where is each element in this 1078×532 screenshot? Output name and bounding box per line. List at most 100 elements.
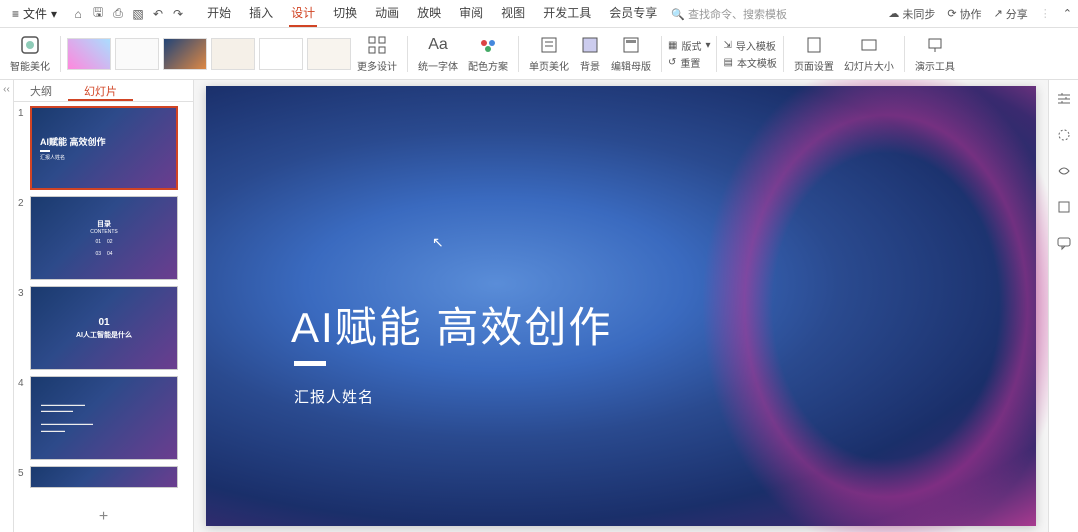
- share-icon: ↗: [994, 7, 1003, 20]
- redo-icon[interactable]: ↷: [171, 7, 185, 21]
- ribbon-separator: [783, 36, 784, 72]
- main-tabs: 开始 插入 设计 切换 动画 放映 审阅 视图 开发工具 会员专享: [205, 0, 659, 27]
- tab-design[interactable]: 设计: [289, 0, 317, 27]
- slide-canvas[interactable]: AI赋能 高效创作 汇报人姓名 ↖: [194, 80, 1048, 532]
- layout-icon: ▦: [668, 40, 677, 51]
- template-icon: ▤: [723, 57, 732, 68]
- template-thumb[interactable]: [163, 38, 207, 70]
- tab-developer[interactable]: 开发工具: [541, 0, 593, 27]
- collab-button[interactable]: ⟳ 协作: [947, 6, 981, 22]
- menu-icon: ≡: [12, 7, 19, 21]
- tab-slideshow[interactable]: 放映: [415, 0, 443, 27]
- local-template-button[interactable]: ▤ 本文模板: [723, 55, 776, 70]
- color-scheme-button[interactable]: 配色方案: [464, 34, 512, 73]
- ribbon-separator: [407, 36, 408, 72]
- collab-icon: ⟳: [947, 7, 956, 20]
- quick-access-toolbar: ⌂ 🖫 ⎙ ▧ ↶ ↷: [71, 7, 185, 21]
- page-beautify-button[interactable]: 单页美化: [525, 34, 573, 73]
- slide-thumbnail-2[interactable]: 目录 CONTENTS 0102 0304: [30, 196, 178, 280]
- thumb-subtitle: 汇报人姓名: [40, 154, 168, 161]
- home-icon[interactable]: ⌂: [71, 7, 85, 21]
- undo-icon[interactable]: ↶: [151, 7, 165, 21]
- slide-size-button[interactable]: 幻灯片大小: [840, 34, 898, 73]
- collab-label: 协作: [960, 6, 982, 22]
- edit-master-button[interactable]: 编辑母版: [607, 34, 655, 73]
- search-box[interactable]: 🔍 查找命令、搜索模板: [671, 6, 787, 22]
- settings-icon[interactable]: [1055, 90, 1073, 108]
- preview-icon[interactable]: ▧: [131, 7, 145, 21]
- template-thumb[interactable]: [115, 38, 159, 70]
- slide-number: 1: [18, 106, 30, 119]
- reset-label: 重置: [680, 55, 700, 70]
- tab-start[interactable]: 开始: [205, 0, 233, 27]
- background-icon: [579, 34, 601, 56]
- collapse-ribbon-icon[interactable]: ⌃: [1063, 7, 1072, 20]
- print-icon[interactable]: ⎙: [111, 7, 125, 21]
- tab-slides-panel[interactable]: 幻灯片: [68, 80, 133, 101]
- layout-label: 版式: [681, 38, 701, 53]
- import-template-button[interactable]: ⇲导入模板: [723, 38, 776, 53]
- tab-review[interactable]: 审阅: [457, 0, 485, 27]
- tab-member[interactable]: 会员专享: [607, 0, 659, 27]
- template-thumb[interactable]: [67, 38, 111, 70]
- smart-beautify-button[interactable]: 智能美化: [6, 34, 54, 73]
- slide-thumbnail-3[interactable]: 01 AI人工智能是什么: [30, 286, 178, 370]
- layout-button[interactable]: ▦ 版式 ▾: [668, 38, 710, 53]
- thumb-section-title: AI人工智能是什么: [76, 330, 132, 340]
- template-thumb[interactable]: [259, 38, 303, 70]
- current-slide[interactable]: AI赋能 高效创作 汇报人姓名 ↖: [206, 86, 1036, 526]
- collapse-panel-button[interactable]: ‹‹: [0, 80, 14, 532]
- toc-grid: 0102 0304: [95, 239, 112, 257]
- present-tools-button[interactable]: 演示工具: [911, 34, 959, 73]
- thumb-section-num: 01: [98, 317, 109, 328]
- local-template-label: 本文模板: [737, 55, 777, 70]
- share-button[interactable]: ↗ 分享: [994, 6, 1028, 22]
- grid-icon: [366, 34, 388, 56]
- edit-master-label: 编辑母版: [611, 58, 651, 73]
- more-designs-label: 更多设计: [357, 58, 397, 73]
- template-gallery: [67, 38, 351, 70]
- mouse-cursor-icon: ↖: [432, 234, 444, 251]
- sync-status[interactable]: ☁ 未同步: [888, 6, 935, 22]
- search-placeholder: 查找命令、搜索模板: [688, 9, 787, 21]
- thumb-text: ▬▬▬▬▬▬▬▬▬▬▬▬▬▬▬▬▬▬▬▬▬▬▬▬▬▬▬▬▬▬▬▬▬▬▬▬▬▬: [41, 402, 167, 434]
- present-tools-label: 演示工具: [915, 58, 955, 73]
- file-menu[interactable]: ≡ 文件 ▾: [6, 3, 63, 24]
- design-icon[interactable]: [1055, 198, 1073, 216]
- template-thumb[interactable]: [211, 38, 255, 70]
- slide-thumbnail-5[interactable]: [30, 466, 178, 488]
- reset-button[interactable]: ↺重置: [668, 55, 710, 70]
- tab-transition[interactable]: 切换: [331, 0, 359, 27]
- slide-subtitle[interactable]: 汇报人姓名: [294, 386, 374, 407]
- animation-icon[interactable]: [1055, 162, 1073, 180]
- search-icon: 🔍: [671, 9, 685, 21]
- background-label: 背景: [580, 58, 600, 73]
- tab-insert[interactable]: 插入: [247, 0, 275, 27]
- ribbon-separator: [661, 36, 662, 72]
- add-slide-button[interactable]: +: [14, 502, 193, 532]
- cloud-icon: ☁: [888, 7, 899, 20]
- share-label: 分享: [1006, 6, 1028, 22]
- slide-thumbnail-4[interactable]: ▬▬▬▬▬▬▬▬▬▬▬▬▬▬▬▬▬▬▬▬▬▬▬▬▬▬▬▬▬▬▬▬▬▬▬▬▬▬: [30, 376, 178, 460]
- thumb-subtitle: CONTENTS: [90, 229, 118, 235]
- page-setup-button[interactable]: 页面设置: [790, 34, 838, 73]
- slide-title[interactable]: AI赋能 高效创作: [291, 294, 612, 355]
- tab-outline-panel[interactable]: 大纲: [14, 80, 68, 101]
- tab-view[interactable]: 视图: [499, 0, 527, 27]
- page-beautify-label: 单页美化: [529, 58, 569, 73]
- slide-thumbnail-1[interactable]: AI赋能 高效创作 汇报人姓名: [30, 106, 178, 190]
- unify-font-button[interactable]: Aa 统一字体: [414, 34, 462, 73]
- slide-title-bar: [294, 361, 326, 366]
- beautify-icon: [19, 34, 41, 56]
- slide-thumbnails[interactable]: 1 AI赋能 高效创作 汇报人姓名 2 目录 CONTENTS 0102 030…: [14, 102, 193, 502]
- chevron-down-icon: ▾: [705, 40, 710, 51]
- divider: ⋮: [1040, 7, 1051, 20]
- background-button[interactable]: 背景: [575, 34, 605, 73]
- select-icon[interactable]: [1055, 126, 1073, 144]
- more-designs-button[interactable]: 更多设计: [353, 34, 401, 73]
- slide-size-label: 幻灯片大小: [844, 58, 894, 73]
- template-thumb[interactable]: [307, 38, 351, 70]
- comment-icon[interactable]: [1055, 234, 1073, 252]
- tab-animation[interactable]: 动画: [373, 0, 401, 27]
- save-icon[interactable]: 🖫: [91, 7, 105, 21]
